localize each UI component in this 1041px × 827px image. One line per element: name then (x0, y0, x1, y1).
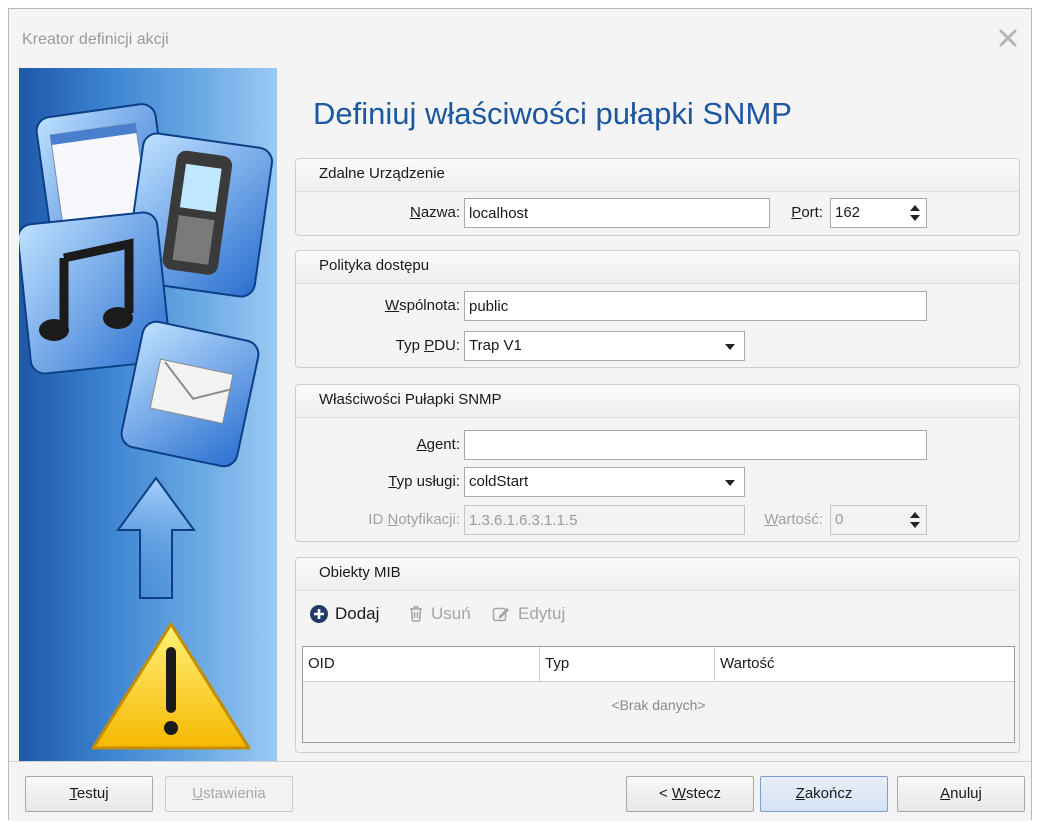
notification-id-label: ID Notyfikacji: (368, 511, 460, 528)
wizard-side-illustration (19, 68, 277, 761)
trap-properties-group: Właściwości Pułapki SNMP Agent: Typ usłu… (295, 384, 1020, 542)
column-header-value[interactable]: Wartość (715, 647, 1014, 681)
edit-icon (492, 607, 509, 622)
remote-device-group: Zdalne Urządzenie Nazwa: Port: 162 (295, 158, 1020, 236)
notification-id-input[interactable] (464, 505, 745, 535)
title-bar: Kreator definicji akcji (9, 9, 1031, 67)
name-label: Nazwa: (409, 204, 460, 221)
table-header: OID Typ Wartość (303, 647, 1014, 682)
value-label: Wartość: (764, 511, 823, 528)
chevron-down-icon (725, 344, 735, 350)
port-stepper[interactable]: 162 (830, 198, 927, 228)
test-button[interactable]: Testuj (25, 776, 153, 812)
pdu-type-label: Typ PDU: (395, 337, 460, 354)
trash-icon (410, 606, 422, 622)
wizard-footer: Testuj Ustawienia < Wstecz Zakończ Anulu… (9, 761, 1031, 821)
access-policy-group: Polityka dostępu Wspólnota: Typ PDU: Tra… (295, 250, 1020, 368)
mib-objects-group: Obiekty MIB Dodaj Usuń Edytuj OID Typ Wa… (295, 557, 1020, 753)
column-header-oid[interactable]: OID (303, 647, 540, 681)
add-button[interactable]: Dodaj (310, 600, 379, 628)
value-stepper[interactable]: 0 (830, 505, 927, 535)
cancel-button[interactable]: Anuluj (897, 776, 1025, 812)
community-label: Wspólnota: (384, 297, 460, 314)
envelope-icon (120, 320, 260, 468)
edit-button[interactable]: Edytuj (492, 600, 565, 628)
community-input[interactable] (464, 291, 927, 321)
mib-table[interactable]: OID Typ Wartość <Brak danych> (302, 646, 1015, 743)
empty-table-message: <Brak danych> (611, 697, 706, 713)
agent-input[interactable] (464, 430, 927, 460)
pdu-type-select[interactable]: Trap V1 (464, 331, 745, 361)
column-header-type[interactable]: Typ (540, 647, 715, 681)
remove-button[interactable]: Usuń (407, 600, 471, 628)
arrow-up-icon (116, 476, 196, 599)
chevron-down-icon (725, 480, 735, 486)
service-type-select[interactable]: coldStart (464, 467, 745, 497)
window-title: Kreator definicji akcji (22, 31, 169, 48)
group-title: Zdalne Urządzenie (296, 159, 1019, 192)
name-input[interactable] (464, 198, 770, 228)
back-button[interactable]: < Wstecz (626, 776, 754, 812)
group-title: Właściwości Pułapki SNMP (296, 385, 1019, 418)
close-icon[interactable] (997, 27, 1019, 49)
group-title: Polityka dostępu (296, 251, 1019, 284)
plus-circle-icon (310, 605, 328, 623)
service-type-label: Typ usługi: (388, 473, 460, 490)
agent-label: Agent: (416, 436, 460, 453)
page-title: Definiuj właściwości pułapki SNMP (313, 96, 792, 131)
port-label: Port: (791, 204, 823, 221)
settings-button[interactable]: Ustawienia (165, 776, 293, 812)
spin-arrows-icon[interactable] (910, 512, 920, 528)
wizard-content: Definiuj właściwości pułapki SNMP Zdalne… (277, 68, 1023, 761)
group-title: Obiekty MIB (296, 558, 1019, 591)
finish-button[interactable]: Zakończ (760, 776, 888, 812)
warning-triangle-icon (91, 622, 251, 750)
wizard-window: Kreator definicji akcji Definiuj właściw… (8, 8, 1032, 821)
spin-arrows-icon[interactable] (910, 205, 920, 221)
